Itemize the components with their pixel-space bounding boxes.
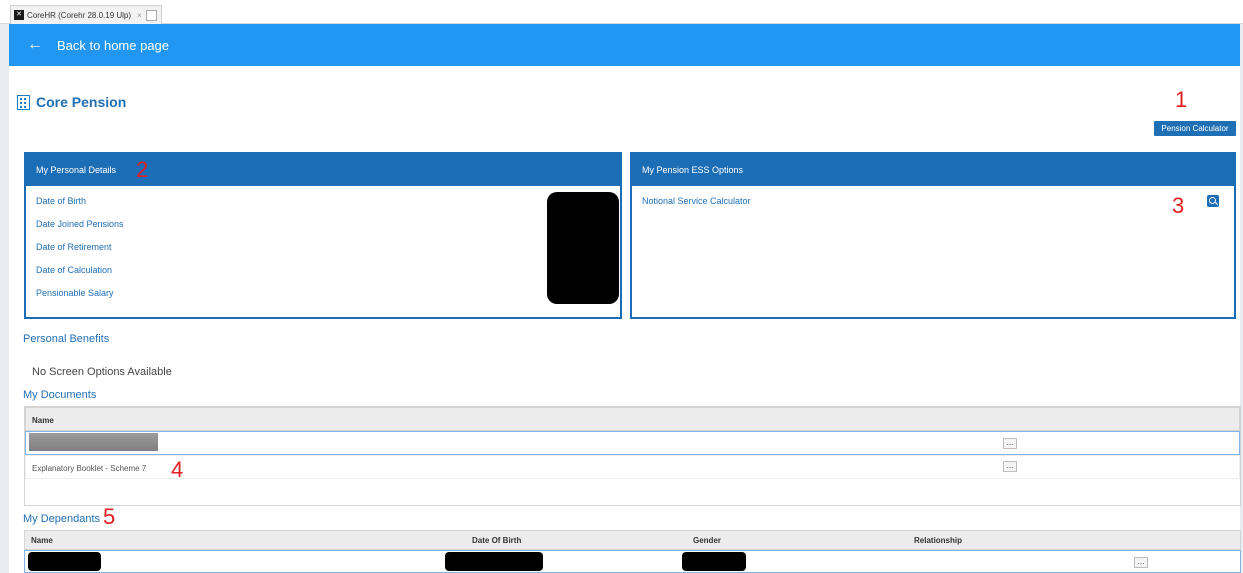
date-of-birth-link[interactable]: Date of Birth	[36, 196, 86, 206]
my-dependants-title: My Dependants	[23, 513, 101, 525]
personal-details-panel: My Personal Details Date of Birth Date J…	[24, 152, 622, 319]
documents-table-header: Name	[25, 407, 1240, 431]
dependants-dob-column: Date Of Birth	[472, 536, 522, 545]
table-row[interactable]: Explanatory Booklet - Scheme 7 ...	[25, 455, 1240, 479]
annotation-4: 4	[171, 457, 184, 482]
left-frame-strip	[0, 24, 9, 573]
redacted-document-name	[29, 433, 158, 451]
redacted-dependant-dob	[445, 552, 543, 571]
dependants-table-header: Name Date Of Birth Gender Relationship	[24, 530, 1241, 550]
top-navigation-bar: ← Back to home page	[9, 24, 1240, 66]
documents-table: Name ... Explanatory Booklet - Scheme 7 …	[24, 406, 1241, 506]
app-favicon-icon: ✕	[14, 10, 24, 20]
tab-close-icon[interactable]: ×	[137, 11, 142, 20]
annotation-5: 5	[103, 504, 116, 529]
redacted-dependant-gender	[682, 552, 746, 571]
browser-tab-strip: ✕ CoreHR (Corehr 28.0.19 Ulp) ×	[0, 0, 1243, 24]
personal-details-header-label: My Personal Details	[36, 165, 117, 175]
page-title: Core Pension	[36, 94, 127, 110]
dependants-relationship-column: Relationship	[914, 536, 963, 545]
back-to-home-link[interactable]: Back to home page	[57, 38, 169, 53]
dependants-gender-column: Gender	[693, 536, 722, 545]
new-tab-icon[interactable]	[145, 9, 157, 21]
back-arrow-icon[interactable]: ←	[27, 36, 43, 54]
search-icon[interactable]	[1207, 195, 1219, 207]
dependants-name-column: Name	[31, 536, 53, 545]
table-row[interactable]: ...	[25, 431, 1240, 455]
redacted-values-block	[547, 192, 619, 304]
pensionable-salary-link[interactable]: Pensionable Salary	[36, 288, 114, 298]
browser-tab-title: CoreHR (Corehr 28.0.19 Ulp)	[27, 10, 132, 20]
personal-details-header: My Personal Details	[26, 154, 620, 186]
annotation-1: 1	[1175, 87, 1188, 112]
my-documents-title: My Documents	[23, 389, 97, 401]
ess-options-header-label: My Pension ESS Options	[642, 165, 744, 175]
pension-calculator-button[interactable]: Pension Calculator	[1154, 121, 1236, 136]
no-screen-options-text: No Screen Options Available	[32, 366, 172, 378]
more-options-button[interactable]: ...	[1134, 557, 1148, 568]
annotation-3: 3	[1172, 193, 1185, 218]
notional-service-calculator-link[interactable]: Notional Service Calculator	[642, 196, 751, 206]
building-icon	[17, 94, 30, 110]
personal-benefits-title: Personal Benefits	[23, 333, 110, 345]
ess-options-header: My Pension ESS Options	[632, 154, 1234, 186]
pension-ess-options-panel: My Pension ESS Options Notional Service …	[630, 152, 1236, 319]
date-of-calculation-link[interactable]: Date of Calculation	[36, 265, 112, 275]
date-of-retirement-link[interactable]: Date of Retirement	[36, 242, 112, 252]
browser-tab[interactable]: ✕ CoreHR (Corehr 28.0.19 Ulp) ×	[10, 5, 162, 24]
page-header: Core Pension	[17, 93, 126, 111]
redacted-dependant-name	[28, 552, 101, 571]
document-name[interactable]: Explanatory Booklet - Scheme 7	[32, 464, 146, 473]
table-row[interactable]: ...	[24, 550, 1241, 573]
annotation-2: 2	[136, 157, 149, 182]
documents-name-column: Name	[32, 416, 54, 425]
date-joined-pensions-link[interactable]: Date Joined Pensions	[36, 219, 124, 229]
more-options-button[interactable]: ...	[1003, 461, 1017, 472]
more-options-button[interactable]: ...	[1003, 438, 1017, 449]
